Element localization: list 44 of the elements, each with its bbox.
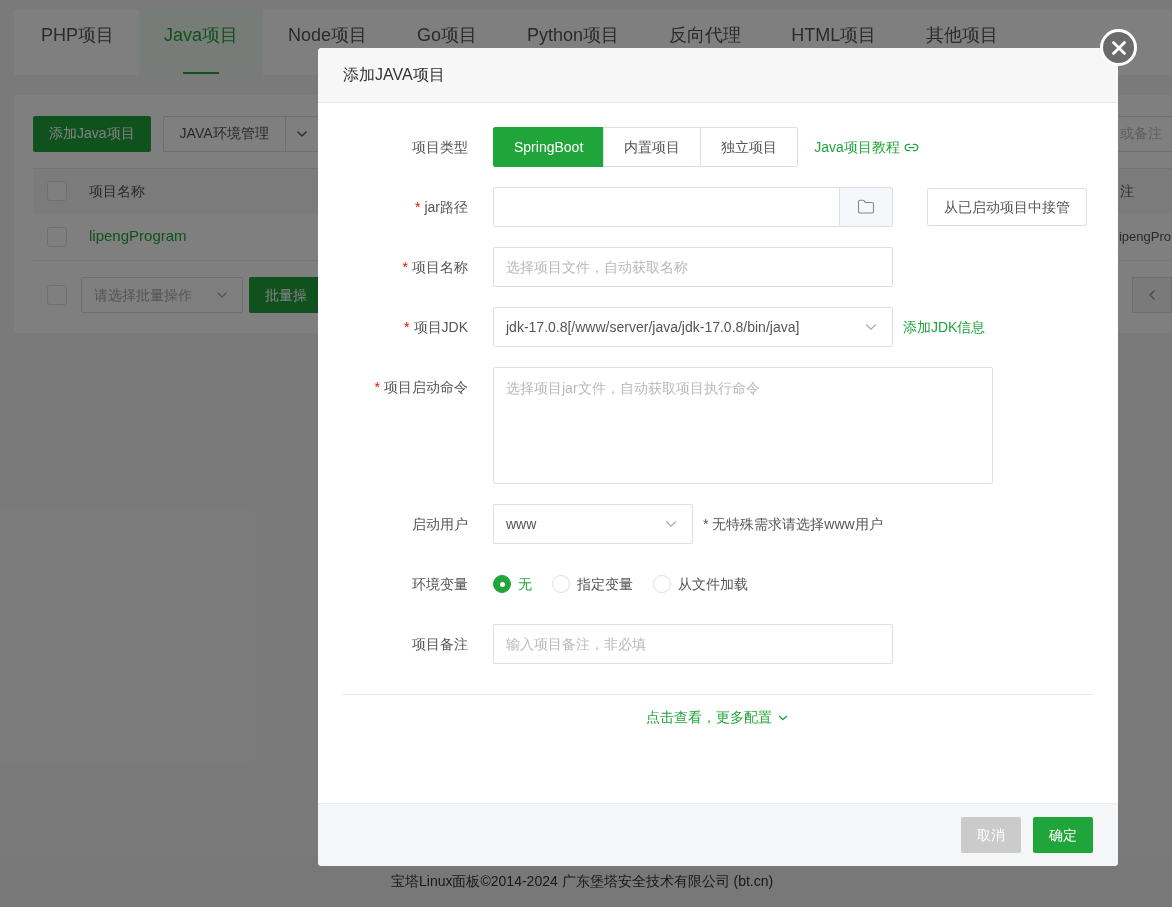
prev-page-button[interactable] — [1132, 277, 1172, 313]
radio-button[interactable] — [493, 575, 511, 593]
project-name-link[interactable]: lipengProgram — [89, 225, 187, 248]
select-field[interactable]: jdk-17.0.8[/www/server/java/jdk-17.0.8/bin/java] — [493, 307, 893, 347]
confirm-button[interactable]: 确定 — [1033, 817, 1093, 853]
field-label: * 项目名称 — [402, 259, 468, 275]
select-field[interactable]: www — [493, 504, 693, 544]
column-header: 注 — [1120, 181, 1134, 201]
field-label: * jar路径 — [415, 199, 468, 215]
add-jdk-link[interactable]: 添加JDK信息 — [903, 316, 986, 338]
field-label: 启动用户 — [412, 516, 468, 532]
command-field[interactable]: 选择项目jar文件，自动获取项目执行命令 — [493, 367, 993, 484]
field-label: * 项目JDK — [404, 319, 468, 335]
project-type-option[interactable]: 独立项目 — [700, 127, 799, 167]
table-cell-text: ipengPro — [1118, 227, 1171, 246]
tutorial-link[interactable]: Java项目教程 — [814, 136, 919, 158]
text-field[interactable]: 选择项目文件，自动获取名称 — [493, 247, 893, 287]
batch-button[interactable]: 批量操 — [249, 277, 318, 313]
field-label: 项目类型 — [412, 139, 468, 155]
project-tab[interactable]: HTML项目 — [766, 10, 902, 75]
field-label: 项目备注 — [412, 636, 468, 652]
field-label: * 项目启动命令 — [374, 379, 468, 395]
text-field[interactable]: 输入项目备注，非必填 — [493, 624, 893, 664]
project-tab[interactable]: 反向代理 — [644, 10, 767, 75]
copyright-text: 宝塔Linux面板©2014-2024 广东堡塔安全技术有限公司 (bt.cn) — [391, 871, 774, 891]
hint-text: * 无特殊需求请选择www用户 — [703, 514, 883, 534]
project-tab[interactable]: Java项目 — [139, 10, 264, 75]
takeover-button[interactable]: 从已启动项目中接管 — [927, 188, 1087, 226]
project-tab[interactable]: 其他项目 — [901, 10, 1024, 75]
project-type-option[interactable]: SpringBoot — [493, 127, 605, 167]
folder-button[interactable] — [839, 188, 892, 226]
field-label: 环境变量 — [412, 576, 468, 592]
more-config-link[interactable]: 点击查看，更多配置 — [646, 707, 790, 728]
project-type-option[interactable]: 内置项目 — [603, 127, 702, 167]
folder-icon — [857, 198, 875, 216]
column-header: 项目名称 — [89, 181, 145, 201]
project-tab[interactable]: PHP项目 — [16, 10, 139, 75]
radio-option[interactable]: 从文件加载 — [653, 573, 748, 595]
radio-option[interactable]: 无 — [493, 573, 532, 595]
project-tab[interactable]: Python项目 — [502, 10, 645, 75]
dialog-title: 添加JAVA项目 — [343, 65, 445, 85]
radio-option[interactable]: 指定变量 — [552, 573, 633, 595]
jar-path-field[interactable] — [493, 187, 893, 227]
add-project-button[interactable]: 添加Java项目 — [33, 115, 151, 152]
